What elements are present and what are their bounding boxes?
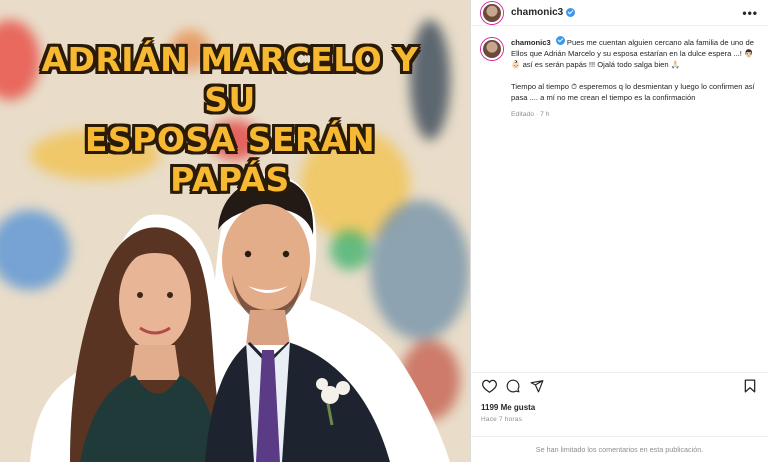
caption-edited-time: Editado · 7 h	[511, 111, 550, 118]
comment-icon[interactable]	[505, 378, 521, 394]
caption-body: chamonic3 Pues me cuentan alguien cercan…	[511, 36, 758, 120]
post-sidebar: chamonic3 ••• chamonic3 Pues me cuentan …	[470, 0, 768, 462]
action-bar	[471, 372, 768, 398]
bookmark-icon[interactable]	[742, 378, 758, 394]
more-options-icon[interactable]: •••	[742, 6, 758, 20]
post-view: ADRIÁN MARCELO Y SU ESPOSA SERÁN PAPÁS c…	[0, 0, 768, 462]
post-caption: chamonic3 Pues me cuentan alguien cercan…	[471, 26, 768, 120]
couple-photo	[30, 173, 450, 462]
caption-verified-badge-icon	[555, 36, 565, 45]
headline-line-1: ADRIÁN MARCELO Y SU	[41, 40, 419, 119]
share-icon[interactable]	[529, 378, 545, 394]
caption-paragraph-2: Tiempo al tiempo ⏱ esperemos q lo desmie…	[511, 82, 755, 102]
caption-username[interactable]: chamonic3	[511, 38, 551, 47]
like-count[interactable]: 1199 Me gusta	[481, 403, 535, 412]
image-headline: ADRIÁN MARCELO Y SU ESPOSA SERÁN PAPÁS	[30, 40, 430, 200]
caption-avatar[interactable]	[481, 38, 503, 60]
avatar[interactable]	[481, 1, 503, 24]
comments-limited-notice: Se han limitado los comentarios en esta …	[471, 436, 768, 462]
header-username[interactable]: chamonic3	[511, 7, 563, 18]
post-header: chamonic3 •••	[471, 0, 768, 26]
post-timestamp[interactable]: Hace 7 horas	[481, 416, 522, 423]
post-image[interactable]: ADRIÁN MARCELO Y SU ESPOSA SERÁN PAPÁS	[0, 0, 470, 462]
verified-badge-icon	[566, 8, 576, 17]
heart-icon[interactable]	[481, 378, 497, 394]
headline-line-2: ESPOSA SERÁN PAPÁS	[84, 120, 376, 199]
